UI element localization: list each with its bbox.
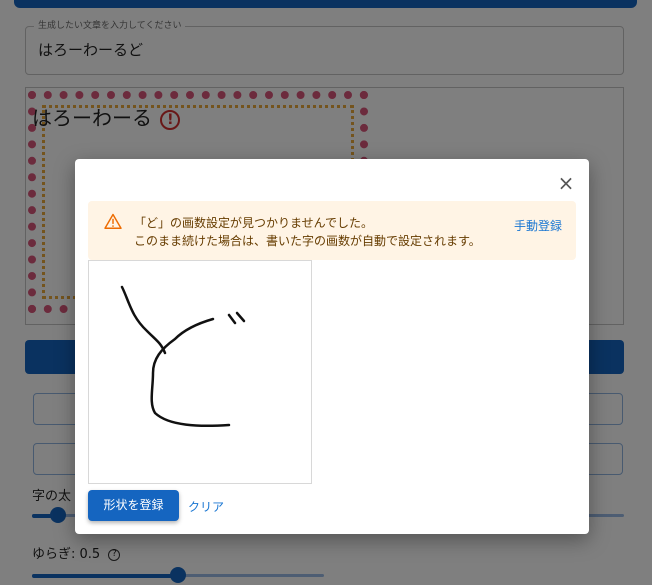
manual-register-link[interactable]: 手動登録 — [514, 217, 562, 234]
clear-button[interactable]: クリア — [188, 498, 224, 515]
handwritten-stroke — [120, 285, 246, 428]
register-shape-button[interactable]: 形状を登録 — [88, 490, 179, 521]
warning-icon — [104, 213, 122, 229]
stroke-registration-dialog: × 「ど」の画数設定が見つかりませんでした。 このまま続けた場合は、書いた字の画… — [75, 159, 589, 534]
drawing-canvas[interactable] — [88, 260, 312, 484]
alert-message-line2: このまま続けた場合は、書いた字の画数が自動で設定されます。 — [134, 234, 481, 248]
close-icon[interactable]: × — [555, 172, 577, 194]
warning-alert: 「ど」の画数設定が見つかりませんでした。 このまま続けた場合は、書いた字の画数が… — [88, 201, 576, 260]
alert-message-line1: 「ど」の画数設定が見つかりませんでした。 — [134, 216, 374, 230]
